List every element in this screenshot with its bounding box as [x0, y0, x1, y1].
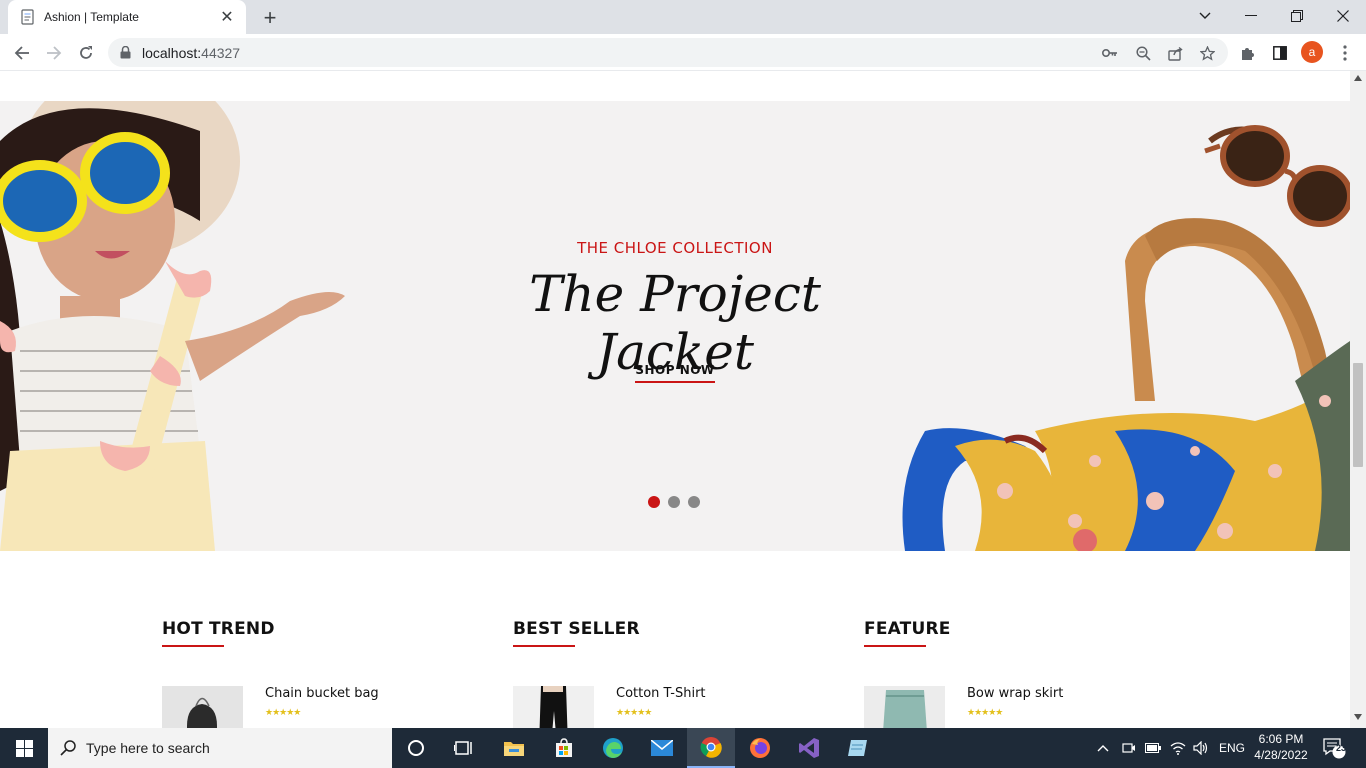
task-view-icon[interactable] — [440, 728, 488, 768]
share-icon[interactable] — [1167, 45, 1183, 61]
section-feature: FEATURE Bow wrap skirt ★★★★★ — [864, 619, 1184, 728]
key-icon[interactable] — [1102, 45, 1118, 61]
section-underline — [864, 645, 926, 647]
accessories-photo — [902, 125, 1350, 551]
reload-icon[interactable] — [72, 39, 100, 67]
product-image[interactable] — [162, 686, 243, 728]
system-clock[interactable]: 6:06 PM 4/28/2022 — [1252, 731, 1310, 763]
restore-button[interactable] — [1274, 0, 1320, 32]
show-hidden-icons-chevron-icon[interactable] — [1097, 728, 1109, 768]
product-item[interactable]: Chain bucket bag ★★★★★ — [162, 686, 482, 728]
rating-stars: ★★★★★ — [616, 707, 652, 717]
zoom-icon[interactable] — [1135, 45, 1151, 61]
tab-title: Ashion | Template — [44, 10, 139, 24]
shop-now-link[interactable]: SHOP NOW — [635, 363, 715, 383]
new-tab-button[interactable]: + — [258, 6, 282, 30]
section-title: HOT TREND — [162, 619, 275, 639]
browser-tabstrip: Ashion | Template ✕ + — [0, 0, 1366, 34]
firefox-icon[interactable] — [736, 728, 784, 768]
lock-icon[interactable] — [120, 46, 134, 60]
windows-start-icon[interactable] — [0, 728, 48, 768]
page-icon — [20, 9, 36, 25]
scroll-down-arrow-icon[interactable] — [1350, 714, 1366, 724]
browser-tab[interactable]: Ashion | Template ✕ — [8, 0, 246, 34]
product-item[interactable]: Bow wrap skirt ★★★★★ — [864, 686, 1184, 728]
microsoft-store-icon[interactable] — [540, 728, 588, 768]
clock-time: 6:06 PM — [1258, 732, 1304, 746]
meet-now-icon[interactable] — [1122, 728, 1136, 768]
search-placeholder: Type here to search — [86, 740, 210, 756]
carousel-dot-3[interactable] — [688, 496, 700, 508]
scroll-up-arrow-icon[interactable] — [1350, 75, 1366, 85]
notepad-icon[interactable] — [834, 728, 882, 768]
section-hot-trend: HOT TREND Chain bucket bag ★★★★★ — [162, 619, 482, 728]
chrome-icon[interactable] — [687, 728, 735, 768]
windows-taskbar: Type here to search ENG 6:06 PM 4/28/202… — [0, 728, 1366, 768]
model-photo — [0, 101, 345, 551]
edge-browser-icon[interactable] — [589, 728, 637, 768]
section-underline — [513, 645, 575, 647]
visual-studio-icon[interactable] — [785, 728, 833, 768]
product-name[interactable]: Cotton T-Shirt — [616, 686, 706, 701]
close-tab-icon[interactable]: ✕ — [218, 8, 236, 26]
page-viewport: THE CHLOE COLLECTION The Project Jacket … — [0, 71, 1350, 728]
product-image[interactable] — [513, 686, 594, 728]
side-panel-icon[interactable] — [1270, 43, 1290, 63]
tab-search-chevron-icon[interactable] — [1182, 0, 1228, 32]
language-indicator[interactable]: ENG — [1219, 728, 1245, 768]
product-item[interactable]: Cotton T-Shirt ★★★★★ — [513, 686, 833, 728]
url-host: localhost: — [142, 44, 202, 61]
notification-count: 23 — [1335, 743, 1346, 753]
section-title: FEATURE — [864, 619, 951, 639]
product-name[interactable]: Bow wrap skirt — [967, 686, 1063, 701]
product-image[interactable] — [864, 686, 945, 728]
browser-toolbar: localhost: 44327 a — [0, 34, 1366, 71]
extensions-puzzle-icon[interactable] — [1238, 43, 1258, 63]
bookmark-star-icon[interactable] — [1199, 45, 1215, 61]
notifications-icon[interactable]: 23 — [1322, 728, 1346, 768]
file-explorer-icon[interactable] — [490, 728, 538, 768]
rating-stars: ★★★★★ — [967, 707, 1003, 717]
carousel-dot-1[interactable] — [648, 496, 660, 508]
section-underline — [162, 645, 224, 647]
clock-date: 4/28/2022 — [1254, 748, 1308, 762]
rating-stars: ★★★★★ — [265, 707, 301, 717]
hero-subtitle: THE CHLOE COLLECTION — [577, 239, 773, 257]
sunglasses — [1204, 125, 1350, 227]
product-name[interactable]: Chain bucket bag — [265, 686, 379, 701]
wifi-icon[interactable] — [1170, 728, 1186, 768]
battery-icon[interactable] — [1145, 728, 1161, 768]
url-port: 44327 — [201, 44, 241, 61]
back-arrow-icon[interactable] — [8, 39, 36, 67]
section-best-seller: BEST SELLER Cotton T-Shirt ★★★★★ — [513, 619, 833, 728]
minimize-button[interactable] — [1228, 0, 1274, 32]
carousel-dots — [648, 496, 700, 508]
cortana-icon[interactable] — [392, 728, 440, 768]
profile-avatar[interactable]: a — [1301, 41, 1323, 63]
hero-banner: THE CHLOE COLLECTION The Project Jacket … — [0, 101, 1350, 551]
carousel-dot-2[interactable] — [668, 496, 680, 508]
close-window-button[interactable] — [1320, 0, 1366, 32]
volume-icon[interactable] — [1193, 728, 1209, 768]
search-icon — [60, 740, 76, 756]
scroll-thumb[interactable] — [1353, 363, 1363, 467]
page-scrollbar[interactable] — [1350, 71, 1366, 728]
mail-icon[interactable] — [638, 728, 686, 768]
taskbar-search-box[interactable]: Type here to search — [48, 728, 392, 768]
address-bar[interactable]: localhost: 44327 — [108, 38, 1228, 67]
section-title: BEST SELLER — [513, 619, 640, 639]
menu-kebab-icon[interactable] — [1335, 43, 1355, 63]
forward-arrow-icon[interactable] — [40, 39, 68, 67]
